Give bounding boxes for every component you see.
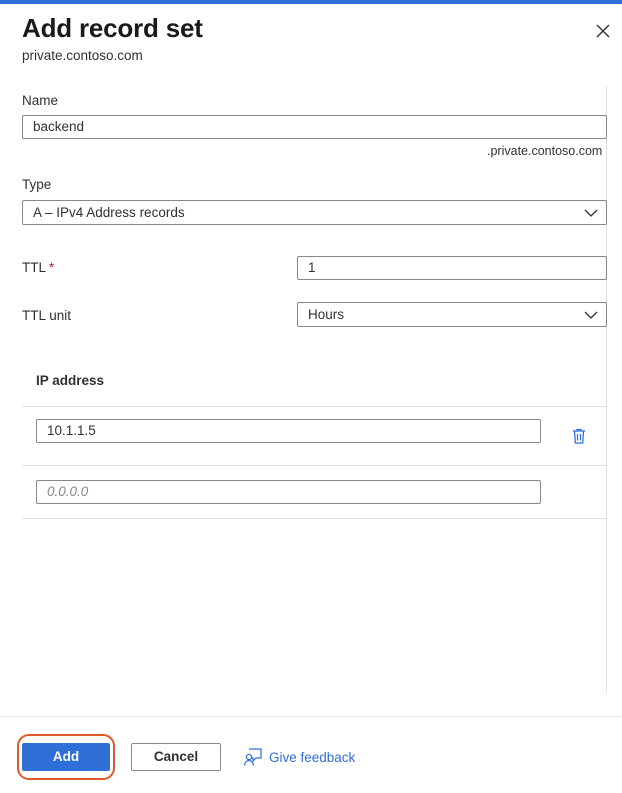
ip-address-column-header: IP address — [36, 373, 105, 388]
delete-row-button[interactable] — [571, 427, 587, 445]
top-accent-bar — [0, 0, 622, 4]
ttl-unit-dropdown-value: Hours — [308, 307, 345, 322]
type-dropdown-value: A – IPv4 Address records — [33, 205, 185, 220]
close-icon — [596, 24, 610, 38]
grid-divider — [22, 406, 606, 407]
give-feedback-link[interactable]: Give feedback — [243, 747, 355, 767]
ttl-label: TTL * — [22, 260, 54, 275]
panel-subtitle: private.contoso.com — [22, 48, 143, 63]
add-button[interactable]: Add — [22, 743, 110, 771]
trash-icon — [573, 428, 585, 444]
name-label: Name — [22, 93, 59, 108]
type-dropdown[interactable]: A – IPv4 Address records — [22, 200, 607, 225]
feedback-icon — [243, 748, 262, 766]
grid-divider — [22, 465, 606, 466]
type-label: Type — [22, 177, 52, 192]
name-suffix: .private.contoso.com — [487, 144, 603, 158]
ttl-unit-dropdown[interactable]: Hours — [297, 302, 607, 327]
name-input[interactable]: backend — [22, 115, 607, 139]
ttl-label-text: TTL — [22, 260, 47, 275]
ttl-input[interactable]: 1 — [297, 256, 607, 280]
ttl-unit-label: TTL unit — [22, 308, 72, 323]
ip-address-input[interactable]: 10.1.1.5 — [36, 419, 541, 443]
chevron-down-icon — [584, 311, 598, 319]
footer-divider — [0, 716, 622, 717]
chevron-down-icon — [584, 209, 598, 217]
give-feedback-label: Give feedback — [269, 749, 356, 765]
close-button[interactable] — [592, 20, 614, 42]
required-marker: * — [49, 260, 55, 275]
scrollbar[interactable] — [606, 86, 607, 692]
panel-title: Add record set — [22, 13, 203, 43]
cancel-button[interactable]: Cancel — [131, 743, 221, 771]
grid-divider — [22, 518, 606, 519]
new-ip-address-input[interactable]: 0.0.0.0 — [36, 480, 541, 504]
